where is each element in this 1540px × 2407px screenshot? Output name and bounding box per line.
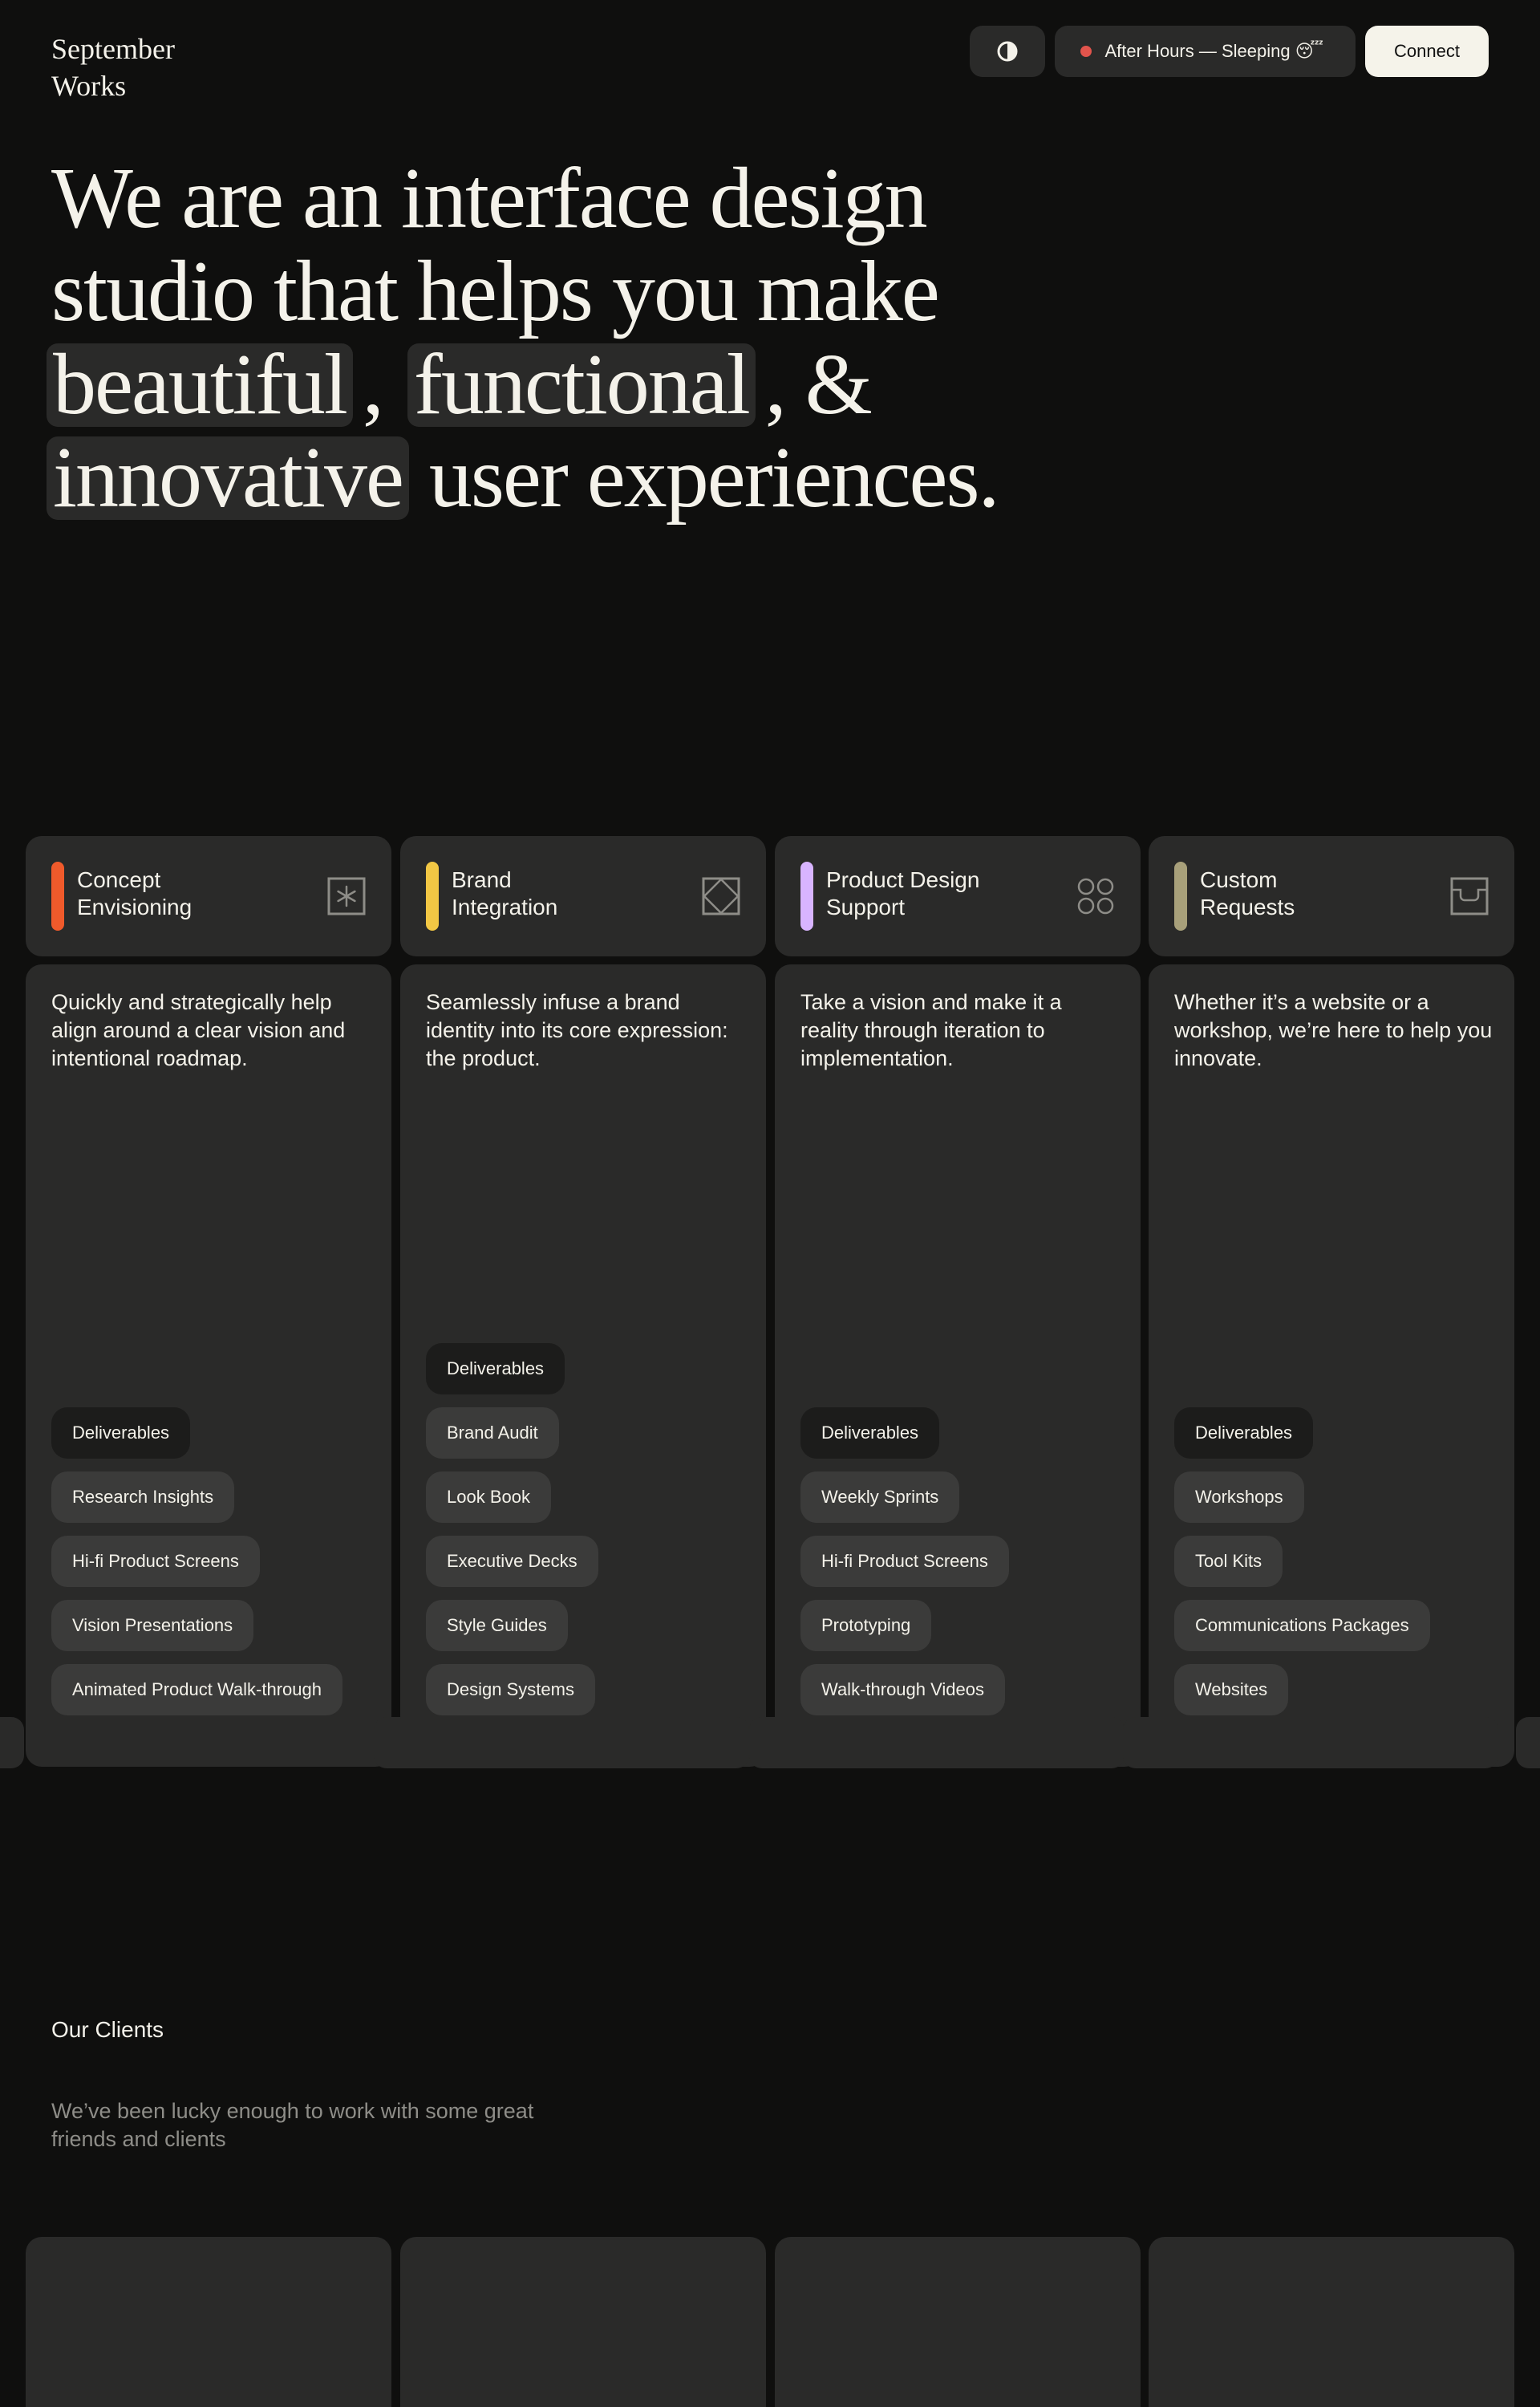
service-card-body-brand: Seamlessly infuse a brand identity into … [400, 964, 766, 1767]
four-circles-icon [1077, 878, 1114, 915]
accent-bar [800, 862, 813, 931]
deliverables-list: Deliverables Research Insights Hi-fi Pro… [51, 1407, 342, 1715]
tag-item[interactable]: Look Book [426, 1471, 551, 1523]
service-card-header-brand[interactable]: Brand Integration [400, 836, 766, 956]
service-card-header-custom[interactable]: Custom Requests [1149, 836, 1514, 956]
client-logo-card[interactable] [1149, 2237, 1514, 2407]
status-dot [1080, 46, 1092, 57]
tag-item[interactable]: Websites [1174, 1664, 1289, 1715]
service-title: Concept Envisioning [77, 867, 192, 919]
status-badge: After Hours — Sleeping 😴 [1055, 26, 1356, 77]
clients-subtitle: We’ve been lucky enough to work with som… [51, 2099, 534, 2151]
hero-line-1: We are an interface design [51, 151, 928, 246]
hero-heading: We are an interface design studio that h… [47, 151, 1174, 526]
tag-item[interactable]: Workshops [1174, 1471, 1304, 1523]
tag-item[interactable]: Design Systems [426, 1664, 595, 1715]
tag-item[interactable]: Tool Kits [1174, 1536, 1283, 1587]
tag-item[interactable]: Hi-fi Product Screens [800, 1536, 1009, 1587]
theme-toggle-button[interactable] [970, 26, 1046, 77]
logo[interactable]: September Works [51, 30, 175, 104]
service-card-header-product[interactable]: Product Design Support [775, 836, 1141, 956]
deliverables-list: Deliverables Weekly Sprints Hi-fi Produc… [800, 1407, 1009, 1715]
accent-bar [51, 862, 64, 931]
service-title: Custom Requests [1200, 867, 1295, 919]
hero-sep-2: , & [764, 337, 873, 432]
highlight-word-innovative: innovative [47, 435, 409, 522]
service-description: Seamlessly infuse a brand identity into … [426, 990, 728, 1070]
hero-tail: user experiences. [428, 430, 1000, 526]
tag-item[interactable]: Prototyping [800, 1600, 932, 1651]
tag-item[interactable]: Walk-through Videos [800, 1664, 1005, 1715]
highlight-word-beautiful: beautiful [47, 342, 353, 428]
tag-item[interactable]: Hi-fi Product Screens [51, 1536, 260, 1587]
tag-item[interactable]: Brand Audit [426, 1407, 559, 1459]
clients-title: Our Clients [51, 2017, 164, 2042]
highlight-word-functional: functional [407, 342, 756, 428]
client-logo-card[interactable] [775, 2237, 1141, 2407]
tag-item[interactable]: Communications Packages [1174, 1600, 1430, 1651]
tag-item[interactable]: Animated Product Walk-through [51, 1664, 342, 1715]
accent-bar [426, 862, 439, 931]
service-title: Product Design Support [826, 867, 980, 919]
connect-button[interactable]: Connect [1365, 26, 1489, 77]
carousel-tray [1123, 1717, 1498, 1768]
hero-sep-1: , [362, 337, 384, 432]
tag-deliverables[interactable]: Deliverables [1174, 1407, 1314, 1459]
carousel-edge-left [0, 1717, 24, 1768]
status-text: After Hours — Sleeping 😴 [1104, 41, 1323, 61]
hero-line-3: beautiful, functional, & [47, 337, 1174, 432]
tag-item[interactable]: Weekly Sprints [800, 1471, 960, 1523]
client-logo-card[interactable] [26, 2237, 391, 2407]
carousel-edge-right [1516, 1717, 1540, 1768]
tray-icon [1450, 877, 1489, 915]
hero-line-4: innovative user experiences. [47, 430, 1174, 526]
accent-bar [1174, 862, 1187, 931]
service-card-header-concept[interactable]: Concept Envisioning [26, 836, 391, 956]
service-description: Quickly and strategically help align aro… [51, 990, 346, 1070]
client-logo-card[interactable] [400, 2237, 766, 2407]
tag-deliverables[interactable]: Deliverables [800, 1407, 940, 1459]
carousel-tray [374, 1717, 749, 1768]
tag-deliverables[interactable]: Deliverables [51, 1407, 191, 1459]
carousel-tray [749, 1717, 1125, 1768]
hero-line-2: studio that helps you make [51, 244, 940, 339]
deliverables-list: Deliverables Brand Audit Look Book Execu… [426, 1343, 598, 1715]
header-actions: After Hours — Sleeping 😴 Connect [970, 26, 1489, 77]
service-description: Whether it’s a website or a workshop, we… [1174, 990, 1493, 1070]
deliverables-list: Deliverables Workshops Tool Kits Communi… [1174, 1407, 1430, 1715]
diamond-box-icon [702, 877, 740, 915]
tag-item[interactable]: Research Insights [51, 1471, 235, 1523]
contrast-icon [997, 41, 1018, 62]
asterisk-box-icon [327, 877, 366, 915]
service-card-body-custom: Whether it’s a website or a workshop, we… [1149, 964, 1514, 1767]
tag-item[interactable]: Vision Presentations [51, 1600, 254, 1651]
tag-item[interactable]: Executive Decks [426, 1536, 598, 1587]
tag-deliverables[interactable]: Deliverables [426, 1343, 565, 1394]
service-description: Take a vision and make it a reality thro… [800, 990, 1062, 1070]
service-title: Brand Integration [452, 867, 558, 919]
service-card-body-product: Take a vision and make it a reality thro… [775, 964, 1141, 1767]
tag-item[interactable]: Style Guides [426, 1600, 568, 1651]
service-card-body-concept: Quickly and strategically help align aro… [26, 964, 391, 1767]
